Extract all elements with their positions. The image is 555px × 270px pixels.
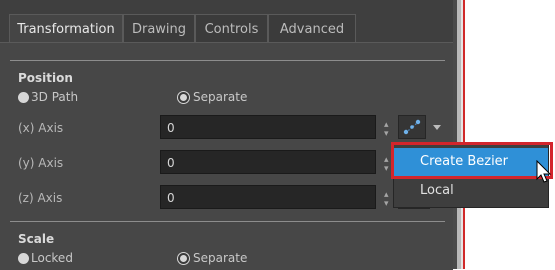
z-axis-field[interactable]: 0 [160, 185, 376, 209]
radio-3d-path[interactable]: 3D Path [18, 90, 78, 104]
bezier-curve-icon [403, 119, 421, 135]
y-axis-label: (y) Axis [18, 156, 64, 170]
radio-selected-icon [178, 252, 189, 264]
window-edge [463, 0, 465, 269]
x-axis-function-button[interactable] [398, 115, 426, 139]
radio-scale-separate-label: Separate [193, 251, 248, 265]
radio-position-separate[interactable]: Separate [178, 90, 247, 104]
z-axis-spin-icon[interactable]: ▴ ▾ [384, 191, 389, 209]
radio-unselected-icon [18, 252, 29, 264]
tab-advanced[interactable]: Advanced [268, 14, 356, 42]
tab-controls[interactable]: Controls [195, 14, 268, 42]
z-axis-label: (z) Axis [18, 191, 63, 205]
scale-section-title: Scale [18, 232, 55, 246]
divider-scale [10, 221, 445, 222]
x-axis-spin-icon[interactable]: ▴ ▾ [384, 121, 389, 139]
y-axis-field[interactable]: 0 [160, 150, 376, 174]
tab-drawing[interactable]: Drawing [123, 14, 195, 42]
position-section-title: Position [18, 71, 73, 85]
y-axis-spin-icon[interactable]: ▴ ▾ [384, 156, 389, 174]
x-axis-label: (x) Axis [18, 121, 64, 135]
chevron-down-icon[interactable] [433, 125, 441, 130]
menu-item-local[interactable]: Local [394, 177, 548, 205]
radio-unselected-icon [18, 91, 29, 103]
mouse-pointer-icon [536, 160, 552, 183]
tab-bar: Transformation Drawing Controls Advanced [0, 14, 453, 43]
divider-top [10, 60, 445, 61]
radio-locked-label: Locked [31, 251, 73, 265]
radio-scale-separate[interactable]: Separate [178, 251, 247, 265]
tab-transformation[interactable]: Transformation [9, 14, 123, 43]
radio-3d-path-label: 3D Path [31, 90, 79, 104]
radio-locked[interactable]: Locked [18, 251, 73, 265]
radio-position-separate-label: Separate [193, 90, 248, 104]
callout-highlight-box [391, 142, 553, 179]
radio-selected-icon [178, 91, 189, 103]
x-axis-field[interactable]: 0 [160, 115, 376, 139]
